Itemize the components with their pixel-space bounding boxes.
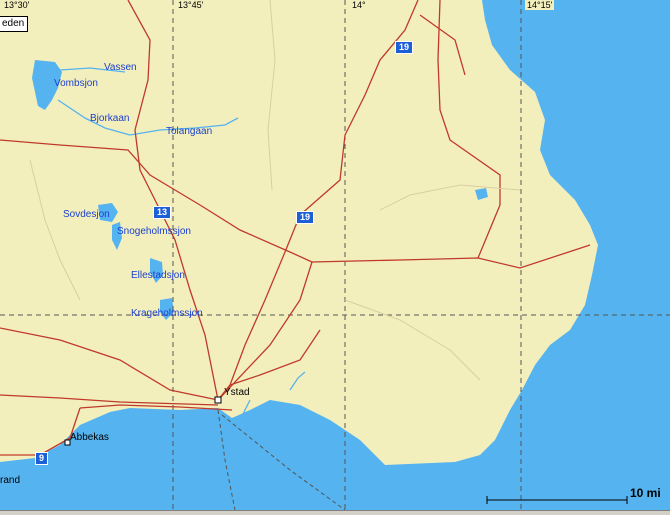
land-area	[0, 0, 598, 465]
town-label-abbekas: Abbekas	[70, 432, 109, 443]
lake-label-krageholmssjon: Krageholmssjon	[131, 308, 203, 319]
lake-label-vassen: Vassen	[104, 62, 137, 73]
river-label-tolangaan: Tolangaan	[166, 126, 213, 137]
map-view[interactable]: 13°30' 13°45' 14° 14°15' eden Vassen Vom…	[0, 0, 670, 515]
coord-label: 14°15'	[525, 0, 555, 10]
coord-label: 13°30'	[2, 0, 32, 10]
lake-label-sovdesjon: Sovdesjon	[63, 209, 110, 220]
lake-label-vombsjon: Vombsjon	[54, 78, 98, 89]
road-shield-19: 19	[296, 211, 315, 224]
status-bar	[0, 510, 670, 515]
scale-label: 10 mi	[630, 486, 661, 500]
road-shield-9: 9	[35, 452, 49, 465]
road-shield-19: 19	[395, 41, 414, 54]
lake-label-snogeholmssjon: Snogeholmssjon	[117, 226, 191, 237]
coord-label: 13°45'	[176, 0, 206, 10]
road-shield-13: 13	[153, 206, 172, 219]
river-label-bjorkaan: Bjorkaan	[90, 113, 130, 124]
town-label-partial: rand	[0, 475, 21, 486]
lake-label-ellestadsjon: Ellestadsjon	[131, 270, 185, 281]
country-tag: eden	[0, 16, 29, 32]
scale-bar	[486, 496, 628, 504]
ferry-routes	[217, 409, 346, 511]
ystad-marker	[214, 396, 222, 404]
town-label-ystad: Ystad	[224, 387, 250, 398]
coord-label: 14°	[350, 0, 368, 10]
